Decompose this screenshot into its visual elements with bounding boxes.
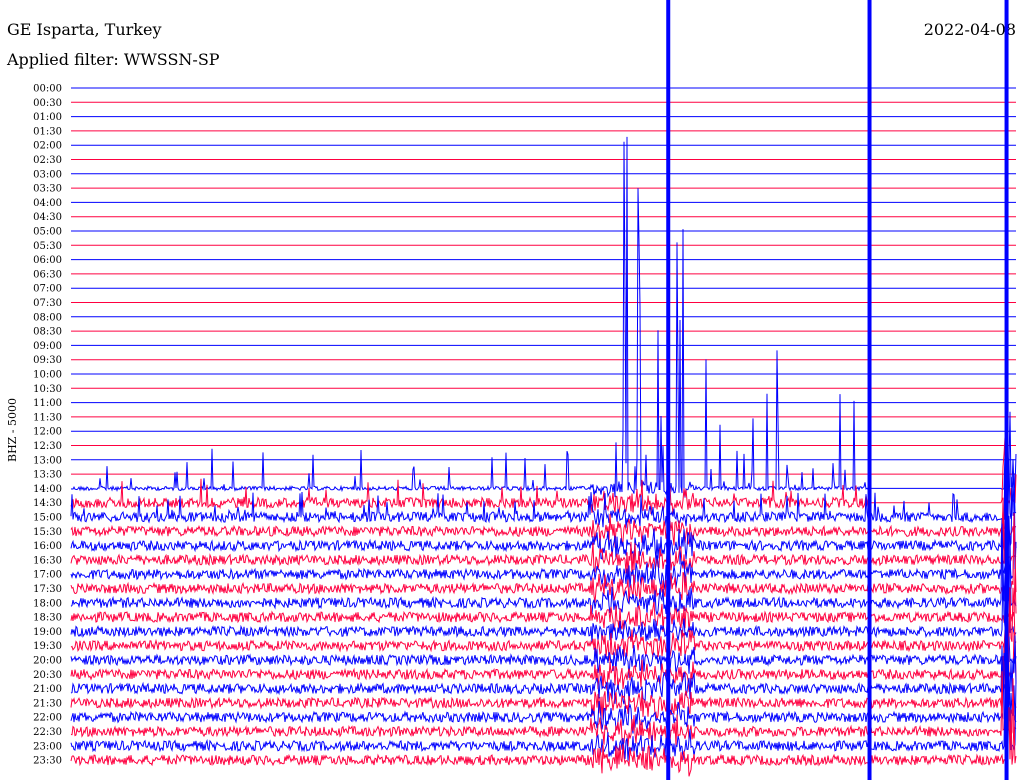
row-time-label: 14:00 — [33, 484, 62, 495]
trace-row — [70, 671, 1017, 747]
row-time-label: 04:00 — [33, 198, 62, 209]
row-time-label: 16:00 — [33, 541, 62, 552]
row-time-label: 05:30 — [33, 241, 62, 252]
row-time-label: 20:30 — [33, 670, 62, 681]
row-time-label: 01:00 — [33, 112, 62, 123]
trace-row — [70, 512, 1017, 591]
row-time-label: 03:00 — [33, 169, 62, 180]
row-time-label: 13:30 — [33, 470, 62, 481]
row-time-label: 16:30 — [33, 555, 62, 566]
row-time-label: 12:30 — [33, 441, 62, 452]
row-time-label: 00:00 — [33, 84, 62, 95]
row-time-label: 12:00 — [33, 427, 62, 438]
row-time-label: 00:30 — [33, 98, 62, 109]
row-time-label: 22:30 — [33, 727, 62, 738]
row-time-label: 15:30 — [33, 527, 62, 538]
row-time-label: 21:00 — [33, 684, 62, 695]
row-time-label: 11:00 — [33, 398, 62, 409]
row-time-label: 02:30 — [33, 155, 62, 166]
row-time-label: 17:30 — [33, 584, 62, 595]
row-time-label: 08:00 — [33, 312, 62, 323]
row-time-label: 05:00 — [33, 227, 62, 238]
row-time-label: 09:00 — [33, 341, 62, 352]
row-time-label: 10:30 — [33, 384, 62, 395]
row-time-label: 08:30 — [33, 327, 62, 338]
row-time-label: 04:30 — [33, 212, 62, 223]
trace-row — [70, 523, 1017, 615]
row-time-label: 19:00 — [33, 627, 62, 638]
row-time-label: 17:00 — [33, 570, 62, 581]
row-time-label: 09:30 — [33, 355, 62, 366]
row-time-label: 23:00 — [33, 741, 62, 752]
row-time-label: 14:30 — [33, 498, 62, 509]
row-time-label: 13:00 — [33, 455, 62, 466]
row-time-label: 07:00 — [33, 284, 62, 295]
helicorder-plot: BHZ - 5000 00:00 00:30 01:00 01:30 02:00 02:3… — [6, 0, 1017, 780]
row-time-label: 18:30 — [33, 613, 62, 624]
row-time-label: 22:00 — [33, 713, 62, 724]
row-time-label: 07:30 — [33, 298, 62, 309]
row-time-label: 20:00 — [33, 656, 62, 667]
row-time-label: 06:00 — [33, 255, 62, 266]
row-time-label: 11:30 — [33, 412, 62, 423]
row-time-label: 21:30 — [33, 698, 62, 709]
channel-label: BHZ - 5000 — [6, 398, 19, 462]
row-time-label: 02:00 — [33, 141, 62, 152]
row-time-label: 03:30 — [33, 184, 62, 195]
row-time-label: 15:00 — [33, 513, 62, 524]
row-time-label: 10:00 — [33, 370, 62, 381]
row-time-label: 19:30 — [33, 641, 62, 652]
row-time-label: 06:30 — [33, 269, 62, 280]
row-time-label: 23:30 — [33, 756, 62, 767]
row-time-label: 01:30 — [33, 126, 62, 137]
row-time-label: 18:00 — [33, 598, 62, 609]
